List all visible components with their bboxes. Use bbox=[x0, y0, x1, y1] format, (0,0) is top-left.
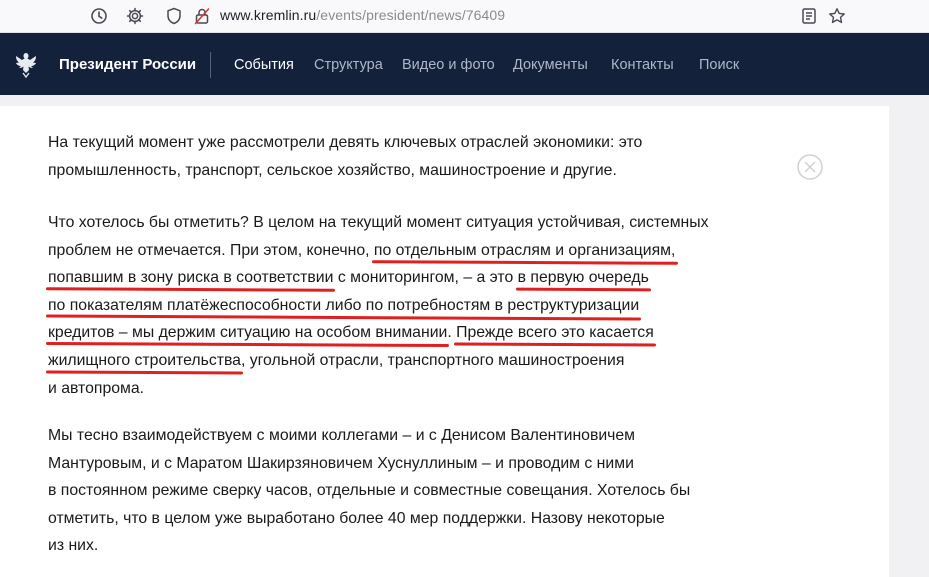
text-line: в постоянном режиме сверку часов, отдель… bbox=[48, 482, 691, 500]
nav-item-contacts[interactable]: Контакты bbox=[611, 57, 674, 73]
highlighted-text: Прежде всего это касается bbox=[456, 324, 654, 342]
gear-icon[interactable] bbox=[123, 4, 147, 28]
bookmark-star-icon[interactable] bbox=[825, 4, 849, 28]
shield-icon[interactable] bbox=[162, 4, 186, 28]
site-title[interactable]: Президент России bbox=[59, 56, 196, 73]
history-icon[interactable] bbox=[87, 4, 111, 28]
nav-item-documents[interactable]: Документы bbox=[513, 57, 588, 73]
nav-item-search[interactable]: Поиск bbox=[699, 57, 739, 73]
text-line: промышленность, транспорт, сельское хозя… bbox=[48, 161, 617, 179]
highlighted-text: по показателям платёжеспособности либо п… bbox=[48, 296, 640, 314]
text-fragment: , угольной отрасли, транспортного машино… bbox=[240, 351, 625, 369]
article-paragraph-2: Что хотелось бы отметить? В целом на тек… bbox=[48, 209, 748, 402]
highlighted-text: в первую очередь bbox=[517, 269, 649, 287]
highlighted-text: кредитов – мы держим ситуацию на особом … bbox=[48, 324, 448, 342]
lock-insecure-icon[interactable] bbox=[190, 4, 214, 28]
text-line: отметить, что в целом уже выработано бол… bbox=[48, 509, 665, 527]
emblem-icon[interactable] bbox=[10, 49, 42, 81]
text-line: Мы тесно взаимодействуем с моими коллега… bbox=[48, 427, 636, 444]
site-nav: Президент России События Структура Видео… bbox=[0, 33, 929, 95]
text-line: Мантуровым, и с Маратом Шакирзяновичем Х… bbox=[48, 454, 634, 472]
text-line: кредитов – мы держим ситуацию на особом … bbox=[48, 319, 748, 347]
article-paragraph-1: На текущий момент уже рассмотрели девять… bbox=[48, 129, 748, 184]
nav-divider bbox=[210, 52, 211, 78]
text-line: проблем не отмечается. При этом, конечно… bbox=[48, 237, 748, 265]
article-paragraph-3: Мы тесно взаимодействуем с моими коллега… bbox=[48, 422, 748, 560]
url-path: /events/president/news/76409 bbox=[316, 7, 506, 23]
text-fragment: проблем не отмечается. При этом, конечно… bbox=[48, 241, 374, 259]
text-fragment: с мониторингом, – а это bbox=[333, 269, 518, 287]
text-line: попавшим в зону риска в соответствии с м… bbox=[48, 264, 748, 292]
highlighted-text: жилищного строительства bbox=[48, 351, 241, 369]
text-line: из них. bbox=[48, 537, 99, 555]
url-host: www.kremlin.ru bbox=[220, 7, 317, 23]
url-text[interactable]: www.kremlin.ru/events/president/news/764… bbox=[220, 7, 505, 23]
nav-item-events[interactable]: События bbox=[234, 57, 294, 73]
highlighted-text: попавшим в зону риска в соответствии bbox=[48, 269, 334, 287]
text-line: и автопрома. bbox=[48, 379, 145, 397]
highlighted-text: по отдельным отраслям и организациям, bbox=[373, 241, 676, 259]
text-line: Что хотелось бы отметить? В целом на тек… bbox=[48, 214, 709, 231]
text-line: жилищного строительства, угольной отрасл… bbox=[48, 347, 748, 375]
text-fragment: . bbox=[447, 324, 457, 342]
text-line: На текущий момент уже рассмотрели девять… bbox=[48, 134, 643, 151]
reader-mode-icon[interactable] bbox=[797, 4, 821, 28]
nav-item-video-photo[interactable]: Видео и фото bbox=[402, 57, 495, 73]
browser-toolbar: www.kremlin.ru/events/president/news/764… bbox=[0, 0, 929, 33]
nav-item-structure[interactable]: Структура bbox=[314, 57, 383, 73]
text-line: по показателям платёжеспособности либо п… bbox=[48, 292, 748, 320]
close-icon[interactable] bbox=[796, 153, 824, 181]
